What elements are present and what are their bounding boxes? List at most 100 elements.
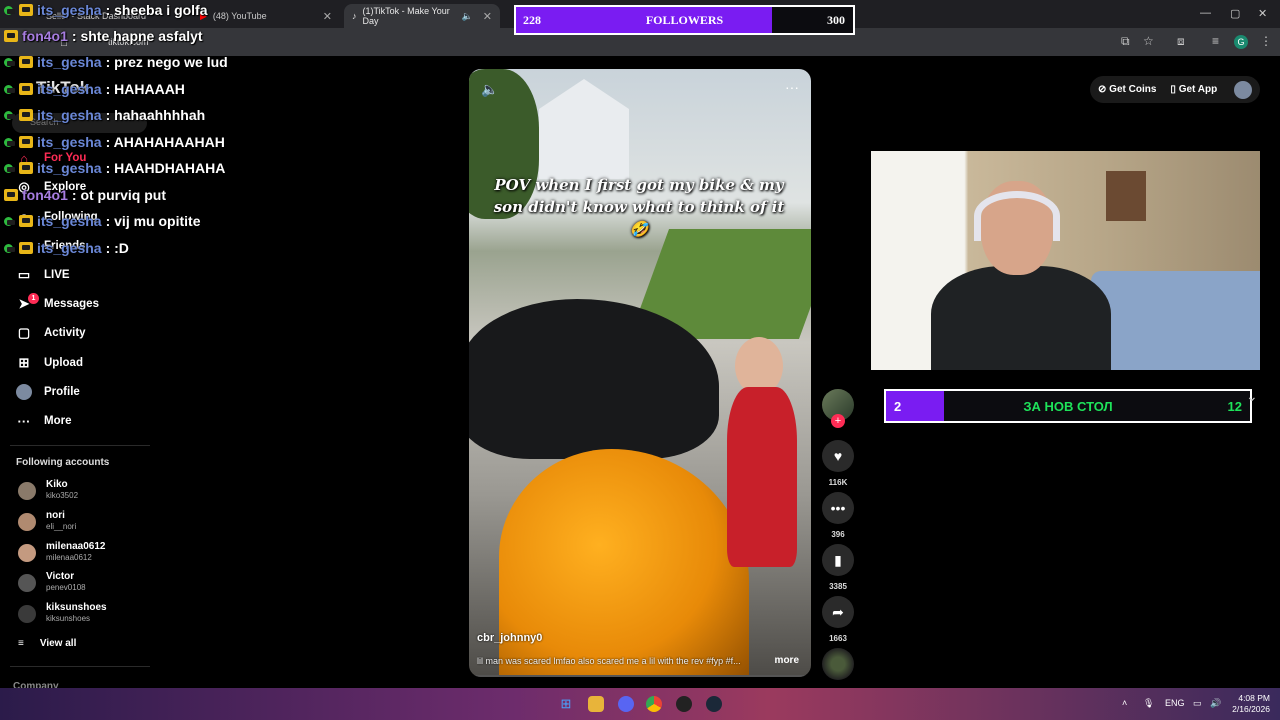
chat-username: its_gesha [37,81,102,97]
sidebar-item-messages[interactable]: ➤ 1 Messages [16,293,99,315]
account-name: kiksunshoes [46,602,107,613]
like-count: 116K [828,478,848,487]
sidebar-item-more[interactable]: ··· More [16,410,72,432]
chat-text: : prez nego we lud [105,54,228,70]
bookmark-star-icon[interactable]: ☆ [1143,34,1154,48]
get-coins-button[interactable]: ⊘ Get Coins [1098,84,1156,95]
chat-status-icon [4,110,15,120]
account-name: milenaa0612 [46,541,106,552]
chrome-icon[interactable] [646,696,662,712]
like-button[interactable]: ♥ 116K [822,440,854,487]
more-options-icon[interactable]: ··· [785,79,799,95]
sidebar-item-profile[interactable]: Profile [16,381,80,403]
chat-text: : sheeba i golfa [105,2,208,18]
clock-date: 2/16/2026 [1232,704,1270,714]
chat-username: its_gesha [37,54,102,70]
obs-icon[interactable] [676,696,692,712]
sidebar-item-upload[interactable]: ⊞ Upload [16,352,83,374]
sidebar-divider [10,445,150,446]
upload-icon: ⊞ [18,355,30,370]
profile-icon [16,384,32,400]
chat-message: its_gesha: hahaahhhhah [4,105,205,125]
view-all-link[interactable]: ≡ View all [18,638,76,649]
chat-username: its_gesha [37,107,102,123]
cast-icon[interactable]: ⧉ [1121,34,1130,49]
crown-badge-icon [19,56,33,68]
save-button[interactable]: ▮ 3385 [822,544,854,591]
volume-icon[interactable]: 🔊 [1210,698,1221,709]
video-username[interactable]: cbr_johnny0 [477,632,542,644]
heart-icon: ♥ [822,440,854,472]
get-app-button[interactable]: ▯ Get App [1170,84,1217,95]
file-explorer-icon[interactable] [588,696,604,712]
chat-message: fon4o1: ot purviq put [4,185,166,205]
crown-badge-icon [19,162,33,174]
avatar [18,574,36,592]
share-count: 1663 [829,634,847,643]
chat-text: : shte hapne asfalyt [71,28,203,44]
system-clock[interactable]: 4:08 PM 2/16/2026 [1228,693,1270,715]
table-goal-label: ЗА НОВ СТОЛ [1023,399,1113,414]
tab-label: (48) YouTube [212,11,267,21]
speaker-icon[interactable]: 🔈 [462,11,473,22]
menu-dots-icon[interactable]: ⋮ [1260,34,1272,48]
reading-list-icon[interactable]: ≡ [1212,34,1219,48]
extensions-icon[interactable]: ⧈ [1177,34,1185,49]
sidebar-item-label: Messages [44,298,99,310]
sidebar-item-activity[interactable]: ▢ Activity [16,322,86,344]
more-link[interactable]: more [775,655,799,666]
coin-icon: ⊘ [1098,84,1107,95]
network-icon[interactable]: ▭ [1193,698,1202,709]
windows-start-icon[interactable]: ⊞ [558,696,574,712]
close-window-icon[interactable]: ✕ [1258,7,1267,20]
chevron-down-icon[interactable]: ⌄ [1246,388,1258,405]
tab-youtube[interactable]: ▶ (48) YouTube ✕ [192,4,340,28]
share-button[interactable]: ➦ 1663 [822,596,854,643]
close-tab-icon[interactable]: ✕ [323,10,332,23]
chat-status-icon [4,84,15,94]
get-coins-label: Get Coins [1109,84,1157,95]
sidebar-item-label: LIVE [44,269,70,281]
message-icon: ➤ 1 [16,293,39,312]
chat-message: its_gesha: HAHAAAH [4,79,185,99]
close-tab-icon[interactable]: ✕ [483,10,492,23]
video-progress-bar[interactable] [469,675,811,677]
crown-badge-icon [19,83,33,95]
get-app-label: Get App [1178,84,1218,95]
comment-icon: ••• [822,492,854,524]
comment-button[interactable]: ••• 396 [822,492,854,539]
user-avatar[interactable] [1234,81,1252,99]
account-handle: kiksunshoes [46,614,91,623]
chat-message: its_gesha: sheeba i golfa [4,0,208,20]
sidebar-item-live[interactable]: ▭ LIVE [16,264,70,286]
discord-icon[interactable] [618,696,634,712]
minimize-icon[interactable]: — [1200,7,1211,19]
share-icon: ➦ [822,596,854,628]
tab-tiktok[interactable]: ♪ (1)TikTok - Make Your Day 🔈 ✕ [344,4,500,28]
account-name: Victor [46,571,75,582]
crown-badge-icon [19,4,33,16]
microphone-icon[interactable]: 🎙 [1143,698,1154,709]
language-indicator[interactable]: ENG [1165,698,1185,708]
music-disc-icon[interactable] [822,648,854,680]
browser-profile-avatar[interactable]: G [1234,35,1248,49]
steam-icon[interactable] [706,696,722,712]
mute-icon[interactable]: 🔈 [481,81,498,98]
avatar [18,482,36,500]
avatar [18,513,36,531]
url-field[interactable]: tiktok.com [98,32,1108,52]
follow-plus-icon[interactable]: + [831,414,845,428]
crown-badge-icon [4,189,18,201]
video-player[interactable]: POV when I first got my bike & my son di… [469,69,811,677]
chat-text: : :D [105,240,129,256]
phone-icon: ▯ [1170,84,1176,95]
tray-overflow-icon[interactable]: ˄ [1122,698,1127,708]
account-handle: milenaa0612 [46,553,92,562]
restore-icon[interactable]: ▢ [1230,7,1240,20]
tiktok-favicon-icon: ♪ [352,11,357,21]
chat-username: its_gesha [37,213,102,229]
webcam-shelf [1106,171,1146,221]
comment-count: 396 [831,530,845,539]
account-handle: eli__nori [46,522,77,531]
table-goal-target: 12 [1227,399,1242,414]
